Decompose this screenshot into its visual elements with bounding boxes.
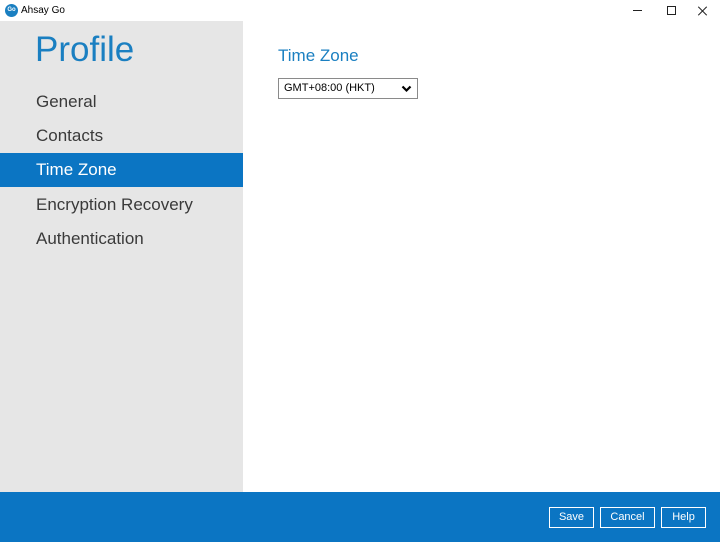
sidebar-item-label: General <box>36 92 97 111</box>
sidebar-item-encryption-recovery[interactable]: Encryption Recovery <box>0 188 243 222</box>
app-window: Go Ahsay Go Profile General Contacts Tim… <box>0 0 720 542</box>
main-panel: Time Zone GMT+08:00 (HKT) <box>243 21 720 492</box>
chevron-down-icon <box>401 85 412 93</box>
cancel-button[interactable]: Cancel <box>600 507 655 528</box>
section-title: Time Zone <box>278 46 359 65</box>
app-logo-icon: Go <box>5 4 18 17</box>
maximize-button[interactable] <box>654 0 688 21</box>
sidebar-item-label: Contacts <box>36 126 104 145</box>
save-button[interactable]: Save <box>549 507 594 528</box>
sidebar-item-time-zone[interactable]: Time Zone <box>0 153 243 187</box>
sidebar-item-contacts[interactable]: Contacts <box>0 119 243 153</box>
minimize-button[interactable] <box>620 0 654 21</box>
sidebar: Profile General Contacts Time Zone Encry… <box>0 21 243 492</box>
close-icon <box>698 6 708 16</box>
sidebar-item-label: Time Zone <box>36 160 117 179</box>
title-bar: Go Ahsay Go <box>0 0 720 21</box>
page-title: Profile <box>35 30 135 69</box>
timezone-select[interactable]: GMT+08:00 (HKT) <box>278 78 418 99</box>
sidebar-item-label: Authentication <box>36 229 144 248</box>
sidebar-item-label: Encryption Recovery <box>36 195 193 214</box>
timezone-selected-value: GMT+08:00 (HKT) <box>284 82 375 94</box>
sidebar-item-authentication[interactable]: Authentication <box>0 222 243 256</box>
minimize-icon <box>632 10 642 11</box>
maximize-icon <box>666 6 676 15</box>
close-button[interactable] <box>686 0 720 21</box>
sidebar-item-general[interactable]: General <box>0 85 243 119</box>
help-button[interactable]: Help <box>661 507 706 528</box>
footer-bar: Save Cancel Help <box>0 492 720 542</box>
window-title: Ahsay Go <box>21 5 65 16</box>
